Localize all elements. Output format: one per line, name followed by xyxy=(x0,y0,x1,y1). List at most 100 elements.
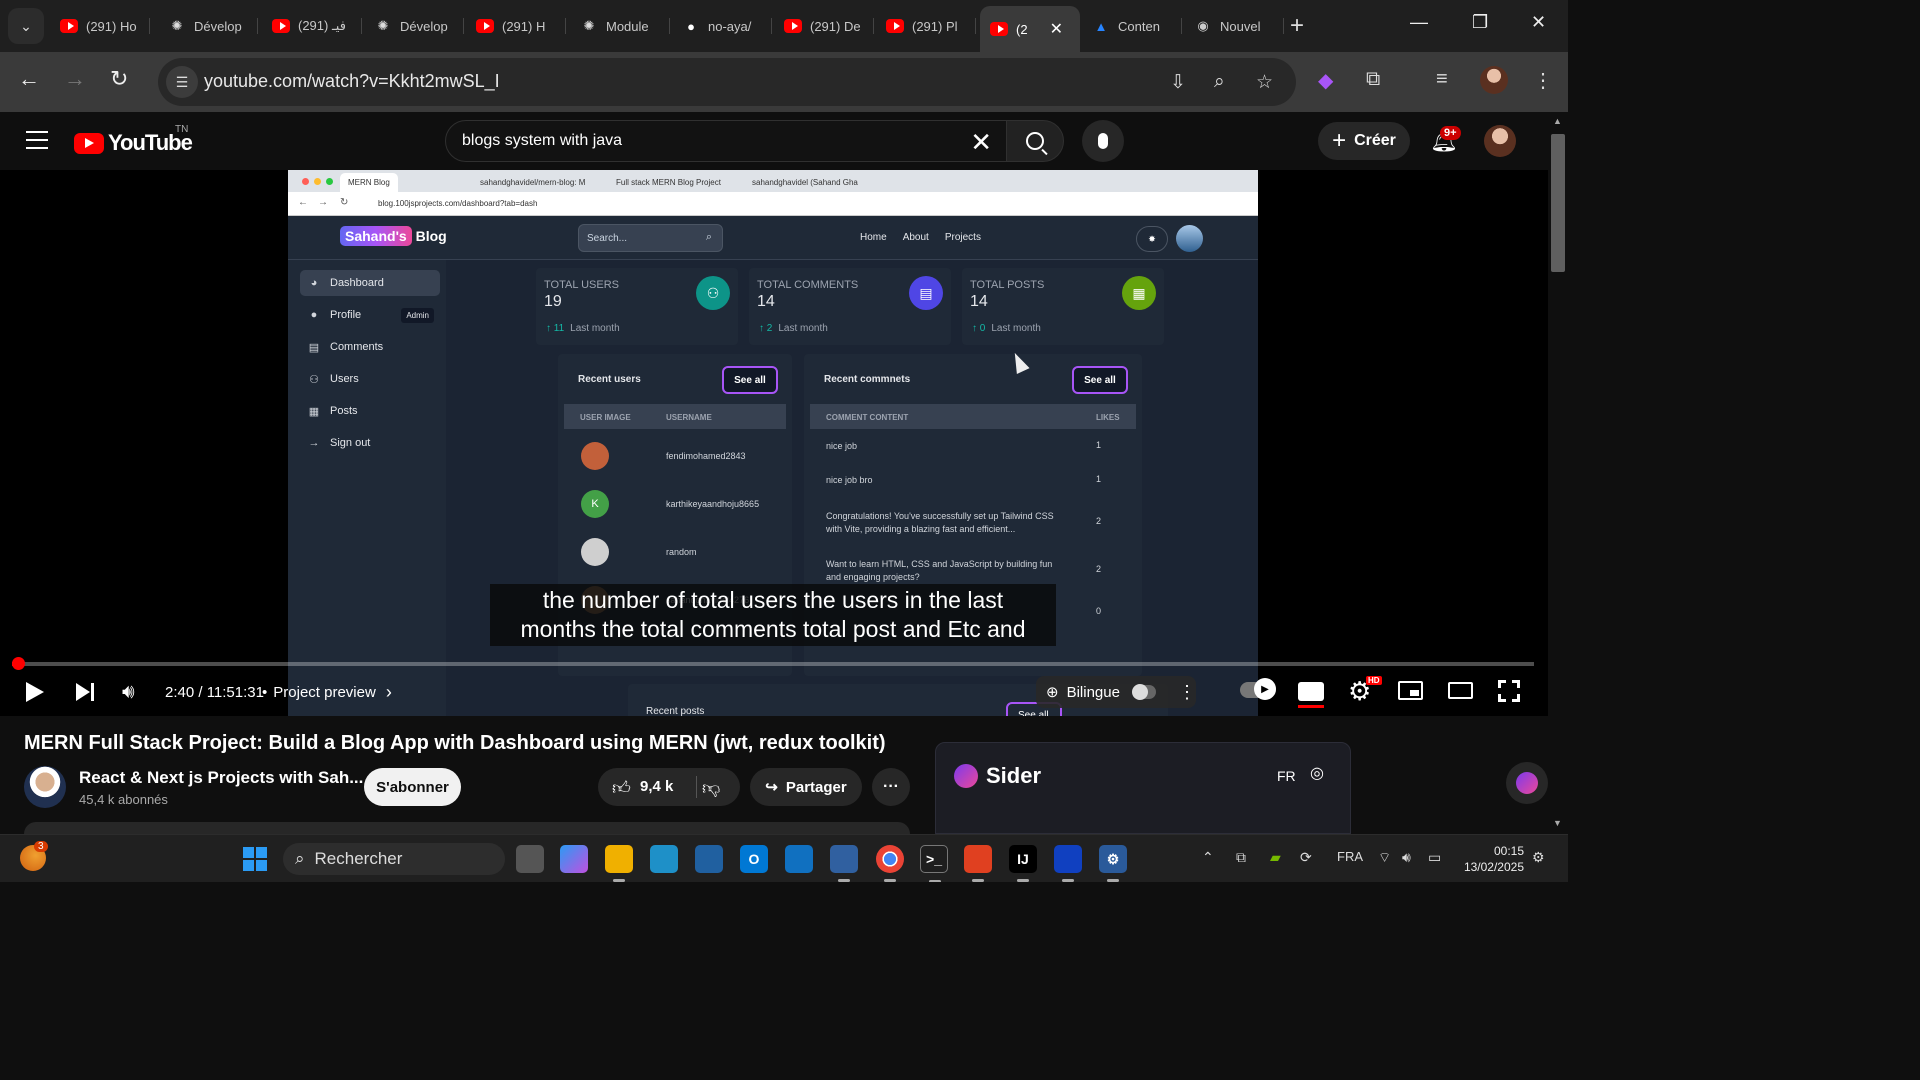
reload-button[interactable]: ↻ xyxy=(110,66,128,92)
browser-tab[interactable]: ✺ Module xyxy=(570,8,670,44)
sider-language-button[interactable]: FR xyxy=(1277,768,1296,784)
video-player[interactable]: MERN Blog sahandghavidel/mern-blog: M Fu… xyxy=(0,170,1548,716)
dislike-icon[interactable]: 👎︎ xyxy=(702,777,720,799)
task-view-icon[interactable] xyxy=(516,845,544,873)
share-button[interactable]: ↪ Partager xyxy=(750,768,862,806)
search-button[interactable] xyxy=(1006,120,1064,162)
description-box[interactable] xyxy=(24,822,910,834)
more-actions-button[interactable]: ··· xyxy=(872,768,910,806)
bookmark-star-icon[interactable]: ☆ xyxy=(1256,71,1273,94)
settings-app-icon[interactable]: ⚙ xyxy=(1099,845,1127,882)
browser-tab[interactable]: (2 ✕ xyxy=(980,6,1080,52)
edge-icon[interactable] xyxy=(830,845,858,882)
site-info-icon[interactable]: ☰ xyxy=(166,66,198,98)
language-indicator[interactable]: FRA xyxy=(1337,849,1363,864)
browser-tab[interactable]: (291) Ho xyxy=(50,8,150,44)
youtube-icon xyxy=(476,17,494,35)
close-window-button[interactable]: ✕ xyxy=(1531,12,1546,33)
browser-tab[interactable]: (291) فيـ xyxy=(262,8,362,44)
subtitles-icon[interactable] xyxy=(1298,682,1324,708)
play-button[interactable] xyxy=(26,678,44,706)
search-query[interactable]: blogs system with java xyxy=(462,132,622,150)
calendar-app-icon[interactable] xyxy=(785,845,813,873)
youtube-icon xyxy=(272,17,290,35)
clear-search-icon[interactable]: ✕ xyxy=(970,127,992,158)
terminal-icon[interactable]: >_ xyxy=(920,845,948,882)
restore-button[interactable]: ❐ xyxy=(1472,12,1488,33)
minimize-button[interactable]: — xyxy=(1410,12,1428,33)
scroll-up-icon[interactable]: ▲ xyxy=(1553,116,1562,126)
forward-button[interactable]: → xyxy=(64,66,86,92)
like-count[interactable]: 9,4 k xyxy=(640,778,673,795)
subscribe-button[interactable]: S'abonner xyxy=(364,768,461,806)
create-button[interactable]: + Créer xyxy=(1318,122,1410,160)
channel-name[interactable]: React & Next js Projects with Sah... xyxy=(79,768,363,788)
sider-floating-button[interactable] xyxy=(1506,762,1548,804)
copilot-icon[interactable] xyxy=(560,845,588,873)
page-scrollbar[interactable]: ▲ ▼ xyxy=(1548,112,1568,834)
outlook-icon[interactable]: O xyxy=(740,845,768,873)
progress-bar[interactable] xyxy=(11,657,1534,670)
browser-tab[interactable]: ◉ Nouvel xyxy=(1184,8,1284,44)
miniplayer-icon[interactable] xyxy=(1398,681,1423,700)
notification-center-icon[interactable]: ⚙ xyxy=(1532,849,1545,866)
bilingual-toggle[interactable] xyxy=(1131,684,1156,700)
bilingual-subtitles-control[interactable]: ⊕ Bilingue ⋮ xyxy=(1036,676,1196,708)
search-input[interactable]: blogs system with java ✕ xyxy=(445,120,1007,162)
chrome-icon[interactable] xyxy=(876,845,904,882)
browser-tab[interactable]: (291) H xyxy=(466,8,566,44)
taskbar-search[interactable]: ⌕ Rechercher xyxy=(283,843,505,875)
show-hidden-icons-icon[interactable]: ⌃ xyxy=(1202,849,1214,866)
browser-tab[interactable]: ✺ Dévelop xyxy=(158,8,258,44)
like-icon[interactable]: 👍︎ xyxy=(612,777,631,799)
browser-tab[interactable]: ▲ Conten xyxy=(1082,8,1182,44)
code-editor-icon[interactable] xyxy=(1054,845,1082,882)
media-control-icon[interactable]: ≡ xyxy=(1436,68,1448,91)
volume-icon[interactable]: 🔊︎ xyxy=(1402,849,1411,866)
nvidia-icon[interactable]: ▰ xyxy=(1270,849,1281,866)
scroll-down-icon[interactable]: ▼ xyxy=(1553,818,1562,828)
profile-avatar[interactable] xyxy=(1480,66,1508,94)
intellij-icon[interactable]: IJ xyxy=(1009,845,1037,882)
wifi-icon[interactable]: ⌔ xyxy=(1378,849,1391,867)
new-tab-button[interactable]: + xyxy=(1290,12,1304,40)
sync-icon[interactable]: ⟳ xyxy=(1300,849,1312,866)
back-button[interactable]: ← xyxy=(18,66,40,92)
address-bar[interactable]: ☰ youtube.com/watch?v=Kkht2mwSL_I ⇩ ⌕ ☆ xyxy=(158,58,1296,106)
more-options-icon[interactable]: ⋮ xyxy=(1178,682,1196,703)
clock[interactable]: 00:15 13/02/2025 xyxy=(1460,843,1524,875)
url-text[interactable]: youtube.com/watch?v=Kkht2mwSL_I xyxy=(204,71,500,92)
fullscreen-icon[interactable] xyxy=(1497,679,1521,703)
file-explorer-icon[interactable] xyxy=(605,845,633,882)
volume-icon[interactable]: 🔊︎ xyxy=(122,678,135,706)
windows-start-icon[interactable] xyxy=(243,847,267,871)
extensions-icon[interactable]: ⧉ xyxy=(1366,68,1380,91)
next-button[interactable] xyxy=(76,678,94,706)
menu-icon[interactable] xyxy=(26,131,48,149)
tray-copy-icon[interactable]: ⧉ xyxy=(1236,849,1246,866)
calculator-icon[interactable] xyxy=(695,845,723,873)
tab-search-button[interactable]: ⌄ xyxy=(8,8,44,44)
scrollbar-thumb[interactable] xyxy=(1551,134,1565,272)
voice-search-button[interactable] xyxy=(1082,120,1124,162)
battery-icon[interactable]: ▭ xyxy=(1428,849,1441,866)
progress-scrubber[interactable] xyxy=(11,657,25,670)
browser-tab[interactable]: (291) Pl xyxy=(876,8,976,44)
browser-tab[interactable]: (291) De xyxy=(774,8,874,44)
browser-menu-icon[interactable]: ⋮ xyxy=(1533,68,1553,93)
sublime-icon[interactable] xyxy=(964,845,992,882)
install-app-icon[interactable]: ⇩ xyxy=(1170,71,1186,94)
sider-extension-icon[interactable]: ◆ xyxy=(1318,68,1333,93)
sider-settings-icon[interactable]: ◎ xyxy=(1310,763,1324,783)
browser-tab[interactable]: ● no-aya/ xyxy=(672,8,772,44)
chapter-button[interactable]: • Project preview › xyxy=(262,678,392,706)
browser-tab[interactable]: ✺ Dévelop xyxy=(364,8,464,44)
autoplay-toggle[interactable] xyxy=(1240,678,1276,700)
close-tab-icon[interactable]: ✕ xyxy=(1050,19,1063,39)
theater-mode-icon[interactable] xyxy=(1448,682,1473,699)
youtube-logo[interactable]: YouTube TN xyxy=(74,124,193,156)
desktop-app-icon[interactable] xyxy=(650,845,678,873)
account-avatar[interactable] xyxy=(1484,125,1516,157)
zoom-icon[interactable]: ⌕ xyxy=(1214,71,1225,93)
channel-avatar[interactable] xyxy=(24,766,66,808)
